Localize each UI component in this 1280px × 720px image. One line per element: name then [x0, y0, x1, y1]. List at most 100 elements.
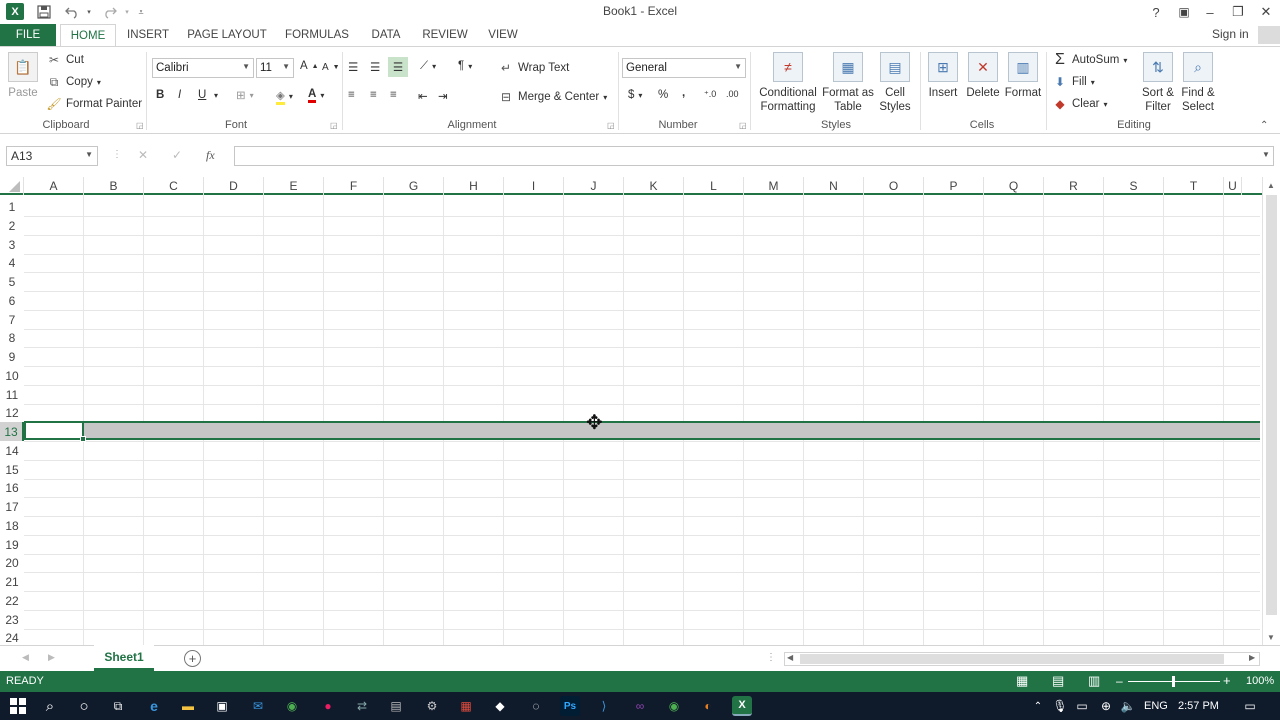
clock[interactable]: 2:57 PM [1178, 700, 1219, 712]
undo-icon[interactable] [62, 2, 82, 22]
row-header-12[interactable]: 12 [0, 403, 24, 422]
row-header-13[interactable]: 13 [0, 422, 24, 441]
restore-button[interactable]: ❐ [1224, 0, 1252, 24]
tab-review[interactable]: REVIEW [418, 24, 472, 46]
chrome-icon[interactable]: ◉ [282, 696, 302, 716]
increase-decimal-icon[interactable]: ⁺.0 [704, 89, 716, 100]
column-header-i[interactable]: I [504, 177, 564, 195]
excel-taskbar-icon[interactable]: X [732, 696, 752, 716]
selected-row-13[interactable] [24, 421, 1260, 440]
column-header-q[interactable]: Q [984, 177, 1044, 195]
ribbon-display-options-icon[interactable]: ▣ [1170, 0, 1198, 24]
search-icon[interactable]: ⌕ [40, 696, 60, 716]
battery-icon[interactable]: ▭ [1072, 696, 1092, 716]
find-select-button[interactable]: ⌕ Find & Select [1178, 52, 1218, 114]
app-icon[interactable]: ⇄ [352, 696, 372, 716]
formula-input[interactable] [234, 146, 1274, 166]
user-avatar-icon[interactable] [1258, 26, 1280, 44]
row-header-16[interactable]: 16 [0, 478, 24, 497]
bold-button[interactable]: B [156, 89, 164, 101]
sort-filter-button[interactable]: ⇅ Sort & Filter [1136, 52, 1180, 114]
column-header-o[interactable]: O [864, 177, 924, 195]
row-header-11[interactable]: 11 [0, 385, 24, 404]
row-header-10[interactable]: 10 [0, 366, 24, 385]
row-header-7[interactable]: 7 [0, 310, 24, 329]
text-direction-icon[interactable]: ¶ ▾ [458, 60, 472, 72]
row-header-3[interactable]: 3 [0, 235, 24, 254]
tray-chevron-icon[interactable]: ⌃ [1028, 696, 1048, 716]
zoom-out-icon[interactable]: – [1116, 674, 1123, 688]
scroll-right-icon[interactable]: ▶ [1249, 653, 1255, 662]
help-button[interactable]: ? [1142, 0, 1170, 24]
middle-align-icon[interactable]: ☰ [370, 60, 380, 74]
prev-sheet-icon[interactable]: ◀ [22, 652, 29, 663]
media-app-icon[interactable]: ● [318, 696, 338, 716]
column-header-h[interactable]: H [444, 177, 504, 195]
vertical-scrollbar[interactable]: ▲ ▼ [1262, 177, 1280, 645]
tab-file[interactable]: FILE [0, 24, 56, 46]
conditional-formatting-button[interactable]: ≠ Conditional Formatting [756, 52, 820, 114]
column-header-l[interactable]: L [684, 177, 744, 195]
microphone-icon[interactable]: 🎙 [1050, 696, 1070, 716]
page-break-view-icon[interactable]: ▥ [1088, 673, 1100, 689]
row-header-9[interactable]: 9 [0, 347, 24, 366]
store-icon[interactable]: ▣ [212, 696, 232, 716]
scroll-up-icon[interactable]: ▲ [1267, 181, 1275, 190]
wrap-text-button[interactable]: ↵ Wrap Text [498, 60, 569, 76]
page-layout-view-icon[interactable]: ▤ [1052, 673, 1064, 689]
column-header-j[interactable]: J [564, 177, 624, 195]
row-header-20[interactable]: 20 [0, 553, 24, 572]
row-header-2[interactable]: 2 [0, 216, 24, 235]
font-name-combo[interactable]: Calibri ▼ [152, 58, 254, 78]
confirm-entry-icon[interactable]: ✓ [172, 148, 182, 162]
font-dialog-launcher-icon[interactable]: ◲ [330, 121, 338, 130]
name-box[interactable]: A13 ▼ [6, 146, 98, 166]
row-header-6[interactable]: 6 [0, 291, 24, 310]
app-icon[interactable]: ◉ [664, 696, 684, 716]
scroll-down-icon[interactable]: ▼ [1267, 633, 1275, 642]
italic-button[interactable]: I [178, 89, 181, 101]
new-sheet-button[interactable]: + [184, 650, 201, 667]
tab-formulas[interactable]: FORMULAS [280, 24, 354, 46]
number-format-combo[interactable]: General ▼ [622, 58, 746, 78]
action-center-icon[interactable]: ▭ [1240, 696, 1260, 716]
task-view-icon[interactable]: ⧉ [108, 696, 128, 716]
app-icon[interactable]: ◌ [526, 696, 546, 716]
tab-view[interactable]: VIEW [482, 24, 524, 46]
format-as-table-button[interactable]: ▦ Format as Table [822, 52, 874, 114]
comma-button[interactable]: , [682, 87, 685, 99]
insert-function-icon[interactable]: fx [206, 148, 215, 163]
row-header-8[interactable]: 8 [0, 328, 24, 347]
row-header-21[interactable]: 21 [0, 572, 24, 591]
column-header-c[interactable]: C [144, 177, 204, 195]
column-header-m[interactable]: M [744, 177, 804, 195]
vertical-scroll-thumb[interactable] [1266, 195, 1277, 615]
app-icon[interactable]: ◐ [698, 696, 718, 716]
column-header-e[interactable]: E [264, 177, 324, 195]
merge-center-button[interactable]: ⊟ Merge & Center ▾ [498, 89, 607, 105]
align-left-icon[interactable]: ≡ [348, 89, 355, 101]
redo-dropdown-icon[interactable]: ▾ [122, 2, 132, 22]
close-button[interactable]: ✕ [1252, 0, 1280, 24]
sheet-tab-sheet1[interactable]: Sheet1 [94, 645, 154, 671]
fill-button[interactable]: ⬇ Fill ▾ [1052, 74, 1095, 90]
column-header-b[interactable]: B [84, 177, 144, 195]
column-header-t[interactable]: T [1164, 177, 1224, 195]
align-center-icon[interactable]: ≡ [370, 89, 377, 101]
underline-button[interactable]: U [198, 89, 206, 101]
scroll-left-icon[interactable]: ◀ [787, 653, 793, 662]
column-header-u[interactable]: U [1224, 177, 1242, 195]
sign-in-link[interactable]: Sign in [1212, 27, 1249, 41]
paste-button[interactable]: 📋 Paste [6, 52, 40, 100]
delete-cells-button[interactable]: ✕ Delete [964, 52, 1002, 100]
cancel-entry-icon[interactable]: ✕ [138, 148, 148, 162]
horizontal-scroll-thumb[interactable] [800, 654, 1224, 664]
cortana-icon[interactable]: ○ [74, 696, 94, 716]
row-header-14[interactable]: 14 [0, 441, 24, 460]
zoom-slider-thumb[interactable] [1172, 676, 1175, 687]
row-header-4[interactable]: 4 [0, 253, 24, 272]
percent-button[interactable]: % [658, 89, 668, 101]
save-icon[interactable] [34, 2, 54, 22]
format-cells-button[interactable]: ▥ Format [1004, 52, 1042, 100]
row-header-15[interactable]: 15 [0, 460, 24, 479]
